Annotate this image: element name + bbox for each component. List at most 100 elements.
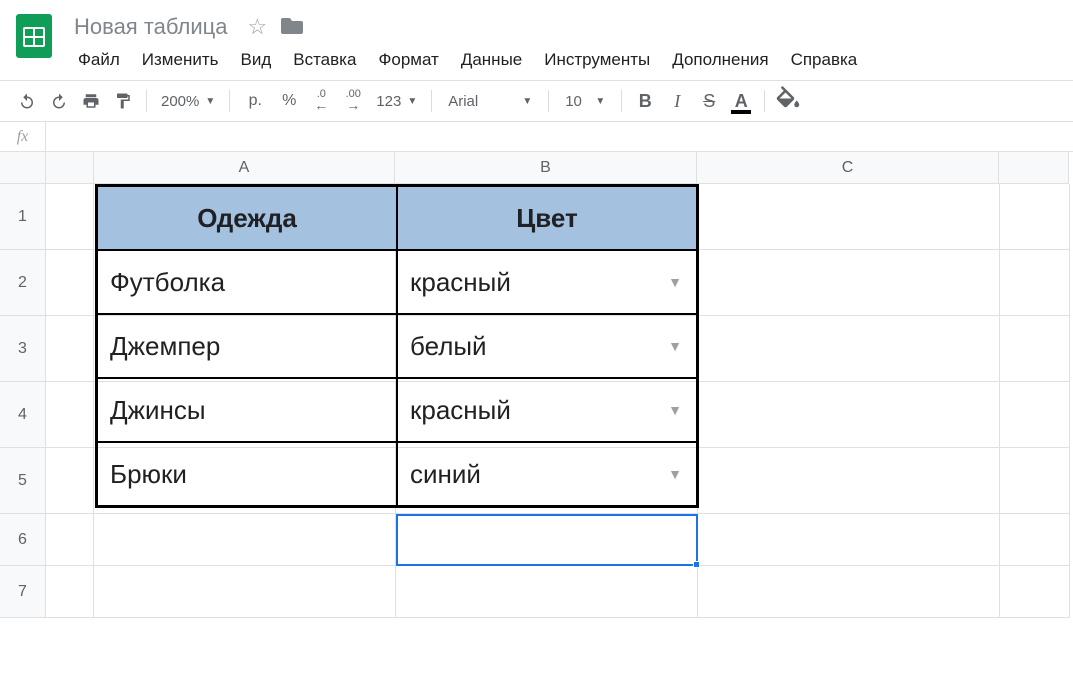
cell[interactable] [1000, 382, 1070, 448]
table-cell-a2[interactable]: Футболка [97, 250, 397, 314]
dropdown-arrow-icon[interactable]: ▼ [668, 274, 682, 290]
bold-button[interactable]: B [630, 86, 660, 116]
row-header-2[interactable]: 2 [0, 250, 46, 316]
cell-c3[interactable] [698, 316, 1000, 382]
cell-c5[interactable] [698, 448, 1000, 514]
cell[interactable] [46, 250, 94, 316]
doc-title[interactable]: Новая таблица [68, 12, 233, 42]
decrease-decimal-button[interactable]: .0 ← [306, 86, 336, 116]
dropdown-arrow-icon[interactable]: ▼ [668, 402, 682, 418]
fx-label: fx [0, 122, 46, 151]
row-header-6[interactable]: 6 [0, 514, 46, 566]
cell[interactable] [46, 184, 94, 250]
toolbar-separator [764, 90, 765, 112]
cell[interactable] [46, 316, 94, 382]
table-header-a[interactable]: Одежда [97, 186, 397, 250]
sheets-logo[interactable] [12, 8, 56, 64]
formula-input[interactable] [46, 122, 1073, 151]
format-percent-button[interactable]: % [274, 86, 304, 116]
column-header-a[interactable]: A [93, 152, 395, 184]
cell[interactable] [46, 448, 94, 514]
cell[interactable] [1000, 448, 1070, 514]
menu-data[interactable]: Данные [451, 46, 532, 74]
cell-c4[interactable] [698, 382, 1000, 448]
cell[interactable] [1000, 316, 1070, 382]
strikethrough-button[interactable]: S [694, 86, 724, 116]
row-header-1[interactable]: 1 [0, 184, 46, 250]
menu-addons[interactable]: Дополнения [662, 46, 778, 74]
row-header-7[interactable]: 7 [0, 566, 46, 618]
toolbar-separator [431, 90, 432, 112]
menu-format[interactable]: Формат [368, 46, 448, 74]
fill-color-button[interactable] [773, 86, 803, 116]
cell-b7[interactable] [396, 566, 698, 618]
cell-b6[interactable] [396, 514, 698, 566]
zoom-value: 200% [161, 93, 199, 110]
table-header-b[interactable]: Цвет [397, 186, 697, 250]
font-size-select[interactable]: 10 ▼ [557, 93, 613, 110]
dropdown-arrow-icon[interactable]: ▼ [668, 466, 682, 482]
table-cell-b3[interactable]: белый▼ [397, 314, 697, 378]
print-button[interactable] [76, 86, 106, 116]
menu-view[interactable]: Вид [230, 46, 281, 74]
menu-insert[interactable]: Вставка [283, 46, 366, 74]
folder-icon[interactable] [281, 13, 303, 41]
cell-c2[interactable] [698, 250, 1000, 316]
row-headers: 1 2 3 4 5 6 7 [0, 152, 46, 618]
print-icon [82, 92, 100, 110]
cell[interactable] [1000, 184, 1070, 250]
app-header: Новая таблица ☆ Файл Изменить Вид Вставк… [0, 0, 1073, 80]
menu-file[interactable]: Файл [68, 46, 130, 74]
table-cell-a4[interactable]: Джинсы [97, 378, 397, 442]
cell[interactable] [46, 382, 94, 448]
italic-button[interactable]: I [662, 86, 692, 116]
increase-decimal-button[interactable]: .00 → [338, 86, 368, 116]
chevron-left-icon: ← [314, 97, 328, 113]
column-header-d[interactable] [999, 152, 1069, 184]
table-cell-b4[interactable]: красный▼ [397, 378, 697, 442]
cell-c6[interactable] [698, 514, 1000, 566]
select-all-cell[interactable] [0, 152, 46, 184]
star-icon[interactable]: ☆ [247, 14, 267, 40]
row-header-5[interactable]: 5 [0, 448, 46, 514]
cell[interactable] [46, 514, 94, 566]
row-header-4[interactable]: 4 [0, 382, 46, 448]
undo-button[interactable] [12, 86, 42, 116]
table-cell-b5[interactable]: синий▼ [397, 442, 697, 506]
text-color-button[interactable]: A [726, 86, 756, 116]
number-format-select[interactable]: 123 ▼ [370, 93, 423, 110]
table-cell-a5[interactable]: Брюки [97, 442, 397, 506]
text-color-swatch [731, 110, 751, 114]
row-header-3[interactable]: 3 [0, 316, 46, 382]
cell-a6[interactable] [94, 514, 396, 566]
cell[interactable] [1000, 250, 1070, 316]
menu-tools[interactable]: Инструменты [534, 46, 660, 74]
format-currency-button[interactable]: р. [238, 86, 272, 116]
toolbar-separator [146, 90, 147, 112]
table-cell-b2[interactable]: красный▼ [397, 250, 697, 314]
redo-icon [50, 92, 68, 110]
cell-c1[interactable] [698, 184, 1000, 250]
column-header-gap[interactable] [46, 152, 94, 184]
fill-color-icon [773, 86, 803, 116]
font-family-select[interactable]: Arial ▼ [440, 93, 540, 110]
chevron-down-icon: ▼ [595, 96, 605, 107]
grid-body: A B C Одежда Цвет Футболка [46, 152, 1073, 618]
menu-edit[interactable]: Изменить [132, 46, 229, 74]
menu-help[interactable]: Справка [781, 46, 868, 74]
cell[interactable] [46, 566, 94, 618]
chevron-right-icon: → [346, 97, 360, 113]
cell[interactable] [1000, 514, 1070, 566]
column-headers: A B C [46, 152, 1073, 184]
paint-format-button[interactable] [108, 86, 138, 116]
cell-c7[interactable] [698, 566, 1000, 618]
column-header-b[interactable]: B [395, 152, 697, 184]
paint-format-icon [114, 92, 132, 110]
zoom-select[interactable]: 200% ▼ [155, 93, 221, 110]
table-cell-a3[interactable]: Джемпер [97, 314, 397, 378]
dropdown-arrow-icon[interactable]: ▼ [668, 338, 682, 354]
column-header-c[interactable]: C [697, 152, 999, 184]
redo-button[interactable] [44, 86, 74, 116]
cell[interactable] [1000, 566, 1070, 618]
cell-a7[interactable] [94, 566, 396, 618]
